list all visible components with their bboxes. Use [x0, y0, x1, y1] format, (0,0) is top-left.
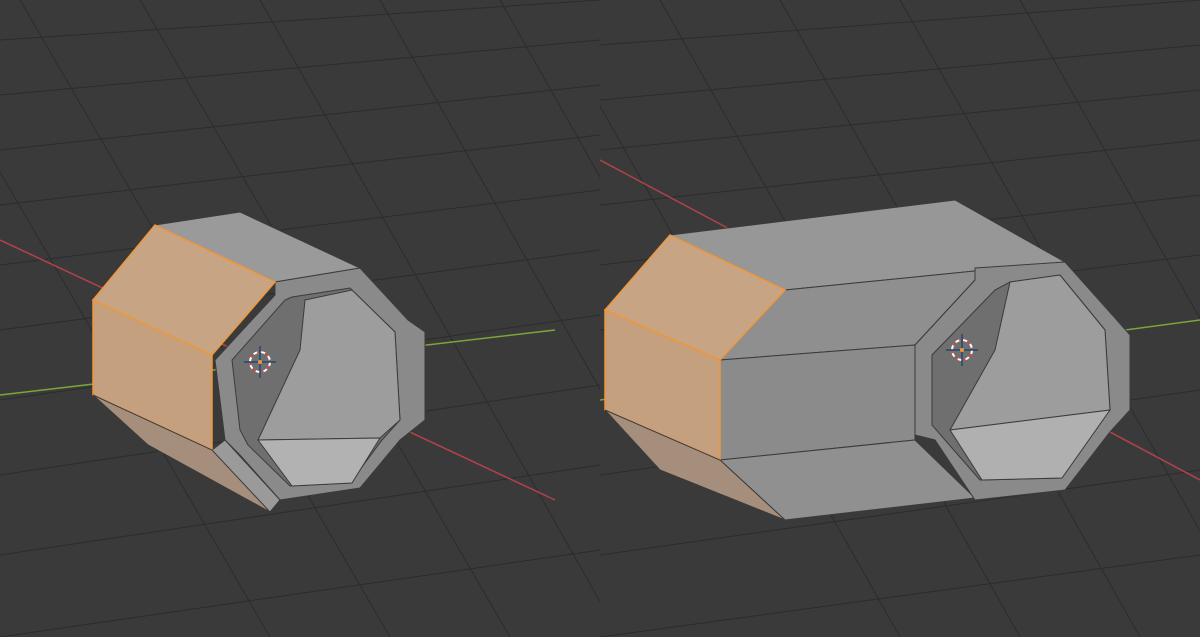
viewport-left[interactable] — [0, 0, 600, 637]
viewport-right[interactable] — [600, 0, 1200, 637]
mesh-octagon-tube-long[interactable] — [603, 199, 1131, 521]
viewport-right-canvas[interactable] — [600, 0, 1200, 637]
viewport-left-canvas[interactable] — [0, 0, 600, 637]
